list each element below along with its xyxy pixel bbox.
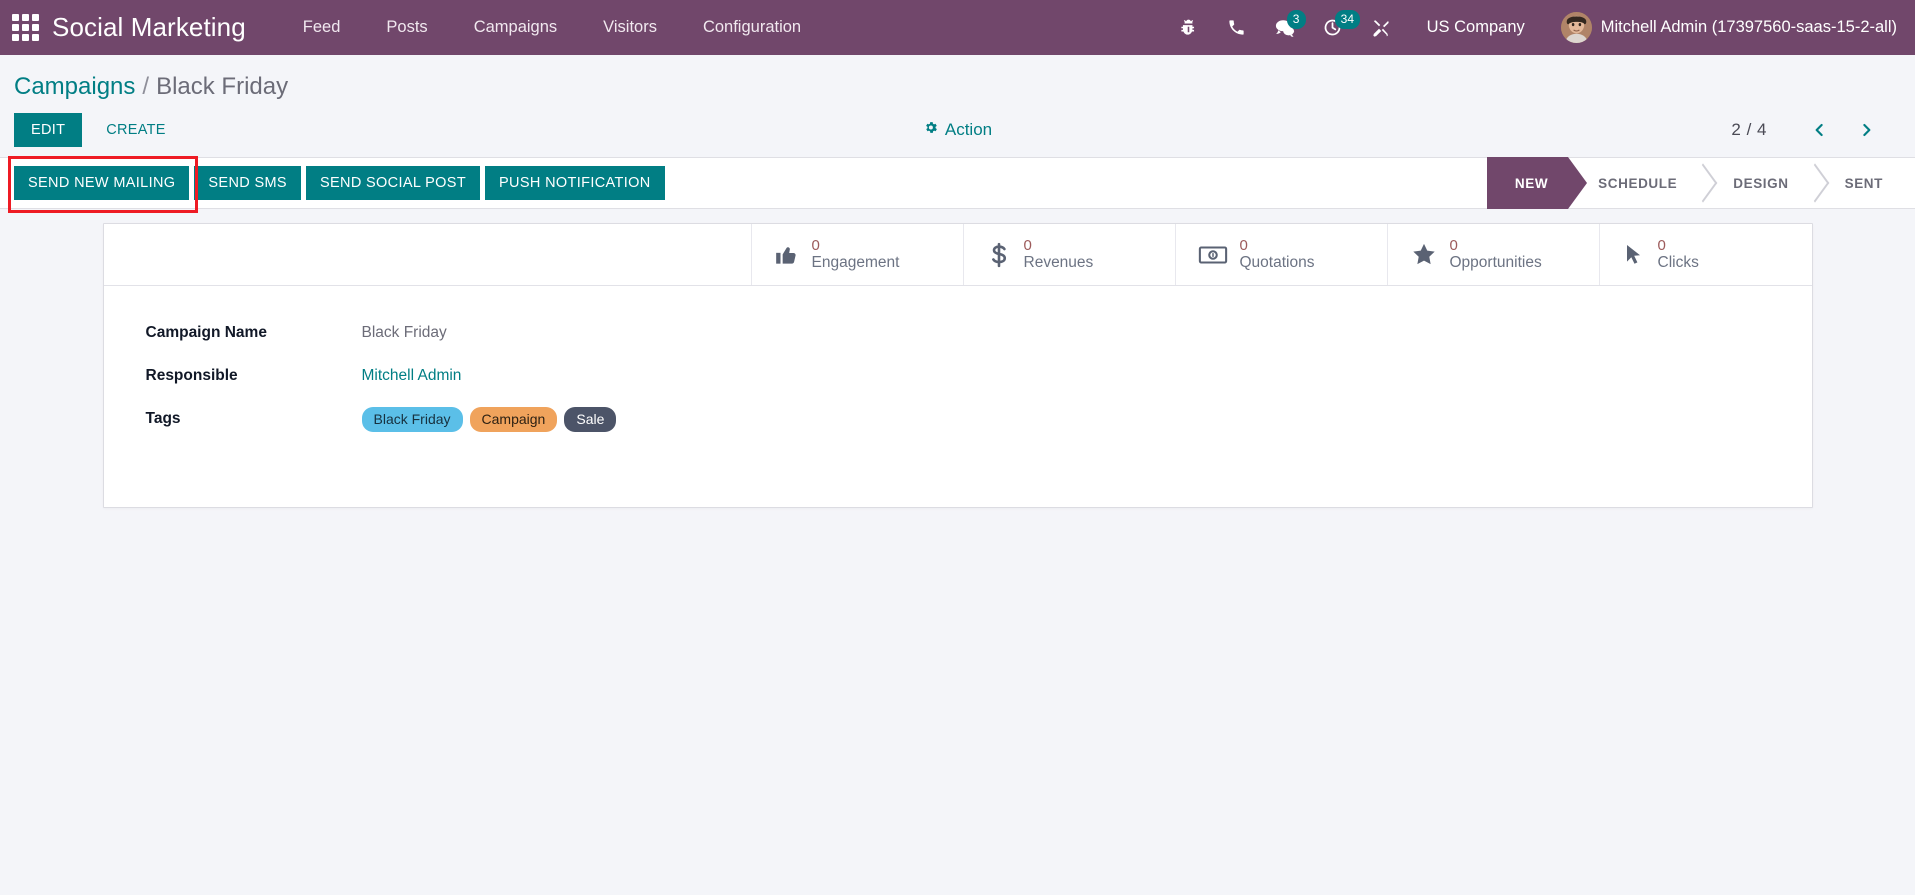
stat-button-engagement[interactable]: 0 Engagement xyxy=(752,224,964,285)
field-row-tags: Tags Black Friday Campaign Sale xyxy=(146,406,1812,432)
breadcrumb-current: Black Friday xyxy=(156,73,289,100)
user-avatar xyxy=(1560,12,1592,43)
menu-item-feed[interactable]: Feed xyxy=(280,10,364,45)
breadcrumb: Campaigns / Black Friday xyxy=(0,55,1915,101)
field-row-campaign-name: Campaign Name Black Friday xyxy=(146,320,1812,346)
field-row-responsible: Responsible Mitchell Admin xyxy=(146,363,1812,389)
stat-label-quotations: Quotations xyxy=(1239,254,1315,272)
messages-badge: 3 xyxy=(1286,9,1306,29)
status-step-schedule[interactable]: SCHEDULE xyxy=(1568,157,1703,209)
stat-value-engagement: 0 xyxy=(811,236,820,254)
stat-label-revenues: Revenues xyxy=(1023,254,1094,272)
stat-text-clicks: 0 Clicks xyxy=(1658,237,1699,273)
stat-button-opportunities[interactable]: 0 Opportunities xyxy=(1388,224,1600,285)
stat-button-row: 0 Engagement 0 Revenues 0 Quotations 0 O… xyxy=(103,224,1812,286)
breadcrumb-parent[interactable]: Campaigns xyxy=(14,73,135,101)
chevron-left-icon[interactable] xyxy=(1797,117,1842,143)
action-label: Action xyxy=(944,120,993,139)
stat-value-quotations: 0 xyxy=(1239,236,1248,254)
tags-label: Tags xyxy=(145,410,181,427)
stat-value-opportunities: 0 xyxy=(1449,236,1458,254)
messages-icon[interactable]: 3 xyxy=(1261,8,1309,48)
company-switcher[interactable]: US Company xyxy=(1405,10,1543,45)
control-panel: EDIT CREATE Action 2 / 4 xyxy=(0,101,1915,157)
action-menu-button[interactable]: Action xyxy=(923,120,992,140)
stat-text-engagement: 0 Engagement xyxy=(812,237,900,273)
stat-label-clicks: Clicks xyxy=(1657,254,1699,272)
gear-icon xyxy=(923,120,938,140)
stat-button-revenues[interactable]: 0 Revenues xyxy=(964,224,1176,285)
form-sheet: 0 Engagement 0 Revenues 0 Quotations 0 O… xyxy=(102,223,1813,508)
sheet-wrapper: 0 Engagement 0 Revenues 0 Quotations 0 O… xyxy=(0,209,1915,508)
activities-clock-icon[interactable]: 34 xyxy=(1309,8,1360,48)
menu-item-campaigns[interactable]: Campaigns xyxy=(451,10,580,45)
status-bar: NEW SCHEDULE DESIGN SENT xyxy=(1486,157,1915,209)
responsible-value[interactable]: Mitchell Admin xyxy=(362,367,462,385)
object-buttons: SEND NEW MAILING SEND SMS SEND SOCIAL PO… xyxy=(14,166,665,200)
star-icon xyxy=(1410,241,1438,268)
pager-count: 2 / 4 xyxy=(1731,120,1767,139)
form-button-bar: SEND NEW MAILING SEND SMS SEND SOCIAL PO… xyxy=(0,156,1915,213)
tools-icon[interactable] xyxy=(1357,8,1405,48)
stat-value-clicks: 0 xyxy=(1657,236,1666,254)
record-pager: 2 / 4 xyxy=(1731,117,1901,143)
tag-sale[interactable]: Sale xyxy=(564,406,617,432)
bug-icon[interactable] xyxy=(1165,8,1213,48)
status-step-new[interactable]: NEW xyxy=(1486,157,1569,209)
mouse-pointer-icon xyxy=(1622,242,1646,268)
stat-text-revenues: 0 Revenues xyxy=(1024,237,1094,273)
responsible-label: Responsible xyxy=(145,367,238,384)
main-menu: Feed Posts Campaigns Visitors Configurat… xyxy=(280,10,824,45)
chevron-right-icon[interactable] xyxy=(1844,117,1889,143)
stat-button-clicks[interactable]: 0 Clicks xyxy=(1600,224,1812,285)
create-button[interactable]: CREATE xyxy=(90,113,182,147)
push-notification-button[interactable]: PUSH NOTIFICATION xyxy=(485,166,665,200)
campaign-name-value[interactable]: Black Friday xyxy=(362,324,447,342)
phone-icon[interactable] xyxy=(1213,8,1261,48)
tags-list: Black Friday Campaign Sale xyxy=(361,406,617,432)
campaign-name-label: Campaign Name xyxy=(145,324,267,341)
status-step-design[interactable]: DESIGN xyxy=(1703,157,1814,209)
send-sms-button[interactable]: SEND SMS xyxy=(194,166,301,200)
breadcrumb-separator: / xyxy=(142,73,150,100)
menu-item-configuration[interactable]: Configuration xyxy=(680,10,824,45)
dollar-sign-icon xyxy=(986,242,1012,268)
tag-campaign[interactable]: Campaign xyxy=(469,406,558,432)
send-social-post-button[interactable]: SEND SOCIAL POST xyxy=(305,166,481,200)
apps-grid-icon[interactable] xyxy=(10,13,40,43)
money-bill-icon xyxy=(1198,242,1228,268)
stat-text-quotations: 0 Quotations xyxy=(1240,237,1315,273)
app-brand-title[interactable]: Social Marketing xyxy=(52,12,246,43)
stat-row-spacer xyxy=(104,224,752,285)
stat-button-quotations[interactable]: 0 Quotations xyxy=(1176,224,1388,285)
top-navbar: Social Marketing Feed Posts Campaigns Vi… xyxy=(0,0,1915,55)
user-menu[interactable]: Mitchell Admin (17397560-saas-15-2-all) xyxy=(1543,12,1903,43)
send-new-mailing-button[interactable]: SEND NEW MAILING xyxy=(14,166,190,200)
stat-value-revenues: 0 xyxy=(1023,236,1032,254)
thumbs-up-icon xyxy=(774,242,800,268)
navbar-systray: 3 34 US Company Mitchell Admin (17397560… xyxy=(1165,8,1903,48)
stat-label-opportunities: Opportunities xyxy=(1449,254,1542,272)
edit-button[interactable]: EDIT xyxy=(14,113,83,147)
form-fields: Campaign Name Black Friday Responsible M… xyxy=(104,286,1812,507)
stat-label-engagement: Engagement xyxy=(811,254,900,272)
menu-item-posts[interactable]: Posts xyxy=(363,10,450,45)
user-name-label: Mitchell Admin (17397560-saas-15-2-all) xyxy=(1600,18,1897,36)
stat-text-opportunities: 0 Opportunities xyxy=(1450,237,1542,273)
tag-black-friday[interactable]: Black Friday xyxy=(361,406,463,432)
menu-item-visitors[interactable]: Visitors xyxy=(580,10,680,45)
